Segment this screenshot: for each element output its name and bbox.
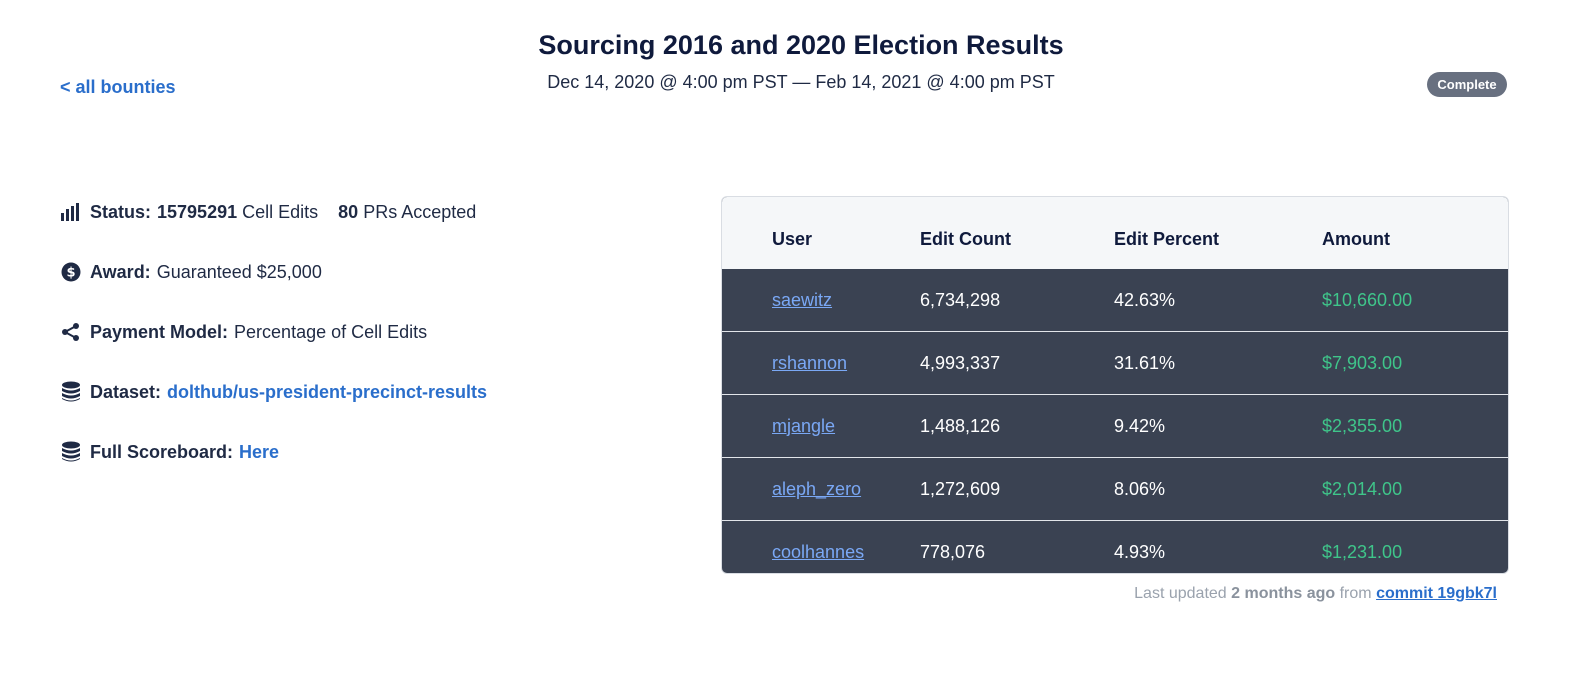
award-row: $ Award: Guaranteed $25,000 bbox=[60, 242, 322, 302]
amount: $1,231.00 bbox=[1321, 520, 1508, 573]
amount: $7,903.00 bbox=[1321, 331, 1508, 395]
header-amount: Amount bbox=[1322, 229, 1390, 249]
edit-count: 1,488,126 bbox=[919, 394, 1113, 458]
dataset-link[interactable]: dolthub/us-president-precinct-results bbox=[167, 382, 487, 403]
status-badge: Complete bbox=[1427, 72, 1507, 97]
user-link[interactable]: saewitz bbox=[772, 290, 832, 310]
header-edit-count: Edit Count bbox=[920, 229, 1011, 249]
table-row: mjangle 1,488,126 9.42% $2,355.00 bbox=[722, 394, 1508, 458]
user-link[interactable]: mjangle bbox=[772, 416, 835, 436]
share-icon bbox=[60, 321, 82, 343]
user-link[interactable]: aleph_zero bbox=[772, 479, 861, 499]
user-link[interactable]: coolhannes bbox=[772, 542, 864, 562]
last-updated-from: from bbox=[1339, 585, 1372, 602]
payment-model-row: Payment Model: Percentage of Cell Edits bbox=[60, 302, 427, 362]
cell-edits-value: 15795291 bbox=[157, 201, 238, 222]
dollar-coin-icon: $ bbox=[60, 261, 82, 283]
status-row: Status: 15795291 Cell Edits 80 PRs Accep… bbox=[60, 182, 476, 242]
prs-value: 80 bbox=[338, 201, 359, 222]
bounty-date-range: Dec 14, 2020 @ 4:00 pm PST — Feb 14, 202… bbox=[547, 72, 1055, 92]
table-row: rshannon 4,993,337 31.61% $7,903.00 bbox=[722, 331, 1508, 395]
award-value: Guaranteed $25,000 bbox=[156, 261, 322, 282]
edit-count: 778,076 bbox=[919, 520, 1113, 573]
edit-count: 6,734,298 bbox=[920, 289, 1001, 310]
payment-model-label: Payment Model: bbox=[90, 321, 229, 342]
scoreboard-label: Full Scoreboard: bbox=[90, 441, 234, 462]
amount: $2,014.00 bbox=[1321, 457, 1508, 521]
edit-percent: 9.42% bbox=[1113, 394, 1321, 458]
edit-count: 4,993,337 bbox=[919, 331, 1113, 395]
edit-percent: 42.63% bbox=[1114, 289, 1176, 310]
table-row: aleph_zero 1,272,609 8.06% $2,014.00 bbox=[722, 457, 1508, 521]
prs-text: PRs Accepted bbox=[363, 201, 477, 222]
last-updated-age: 2 months ago bbox=[1231, 585, 1336, 602]
header-user: User bbox=[772, 229, 813, 249]
edit-percent: 31.61% bbox=[1113, 331, 1321, 395]
header-edit-percent: Edit Percent bbox=[1114, 229, 1220, 249]
user-link[interactable]: rshannon bbox=[772, 353, 847, 373]
award-label: Award: bbox=[90, 261, 151, 282]
payment-model-value: Percentage of Cell Edits bbox=[234, 321, 428, 342]
scoreboard-link[interactable]: Here bbox=[239, 442, 279, 463]
edit-count: 1,272,609 bbox=[919, 457, 1113, 521]
dataset-row: Dataset: dolthub/us-president-precinct-r… bbox=[60, 362, 487, 422]
table-row: saewitz 6,734,298 42.63% $10,660.00 bbox=[722, 269, 1508, 332]
scoreboard-row: Full Scoreboard: Here bbox=[60, 422, 279, 482]
amount: $10,660.00 bbox=[1322, 289, 1413, 310]
cell-edits-text: Cell Edits bbox=[242, 201, 319, 222]
status-label: Status: bbox=[90, 201, 152, 222]
scoreboard-table: User Edit Count Edit Percent Amount saew… bbox=[721, 196, 1509, 574]
last-updated-prefix: Last updated bbox=[1134, 585, 1227, 602]
edit-percent: 4.93% bbox=[1113, 520, 1321, 573]
bar-chart-icon bbox=[60, 201, 82, 223]
database-icon bbox=[60, 381, 82, 403]
table-header-row: User Edit Count Edit Percent Amount bbox=[722, 197, 1508, 269]
dataset-label: Dataset: bbox=[90, 381, 162, 402]
page-title: Sourcing 2016 and 2020 Election Results bbox=[538, 30, 1064, 60]
last-updated: Last updated 2 months ago from commit 19… bbox=[1134, 585, 1497, 603]
svg-text:$: $ bbox=[66, 266, 75, 281]
database-icon bbox=[60, 441, 82, 463]
edit-percent: 8.06% bbox=[1113, 457, 1321, 521]
table-row: coolhannes 778,076 4.93% $1,231.00 bbox=[722, 520, 1508, 573]
amount: $2,355.00 bbox=[1321, 394, 1508, 458]
commit-link[interactable]: commit 19gbk7l bbox=[1376, 585, 1497, 602]
